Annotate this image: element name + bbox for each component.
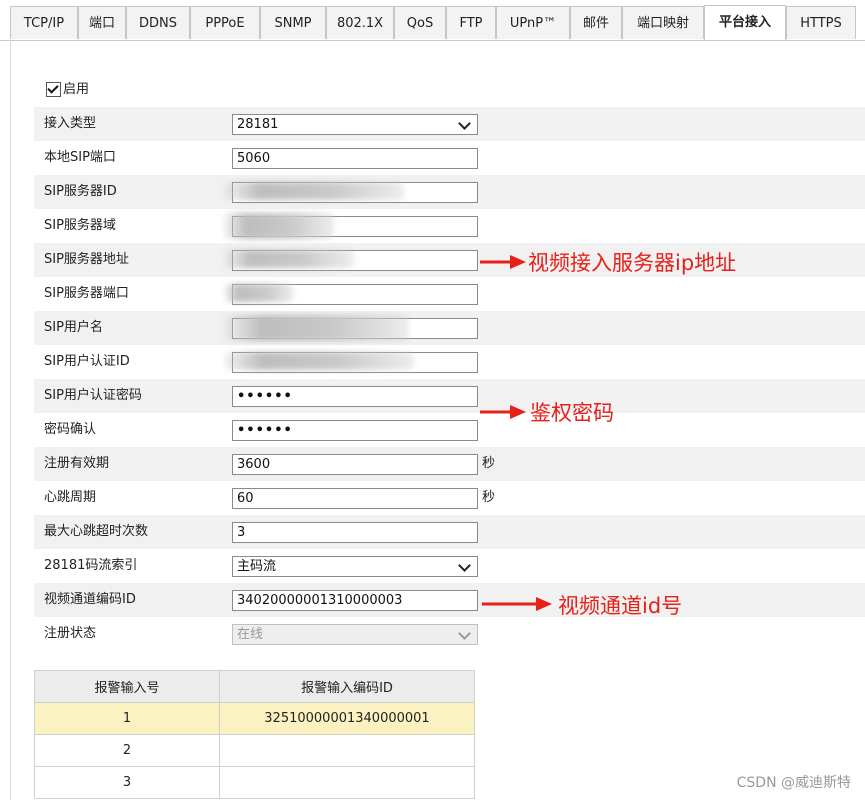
row-register-status: 注册状态 在线 <box>34 617 865 651</box>
tab-bar: TCP/IP 端口 DDNS PPPoE SNMP 802.1X QoS FTP… <box>0 0 865 41</box>
row-sip-server-id: SIP服务器ID <box>34 175 865 209</box>
register-status-label: 注册状态 <box>44 626 97 641</box>
access-type-label: 接入类型 <box>44 116 97 131</box>
register-status-select: 在线 <box>232 624 478 645</box>
tab-port-mapping[interactable]: 端口映射 <box>622 6 704 39</box>
tab-pppoe[interactable]: PPPoE <box>190 6 260 39</box>
row-video-channel-id: 视频通道编码ID 34020000001310000003 <box>34 583 865 617</box>
sip-auth-id-label: SIP用户认证ID <box>44 354 130 369</box>
enable-checkbox[interactable] <box>46 82 61 97</box>
register-validity-unit: 秒 <box>482 456 496 471</box>
access-type-select[interactable]: 28181 <box>232 114 478 135</box>
max-heartbeat-timeouts-input[interactable]: 3 <box>232 522 478 543</box>
annotation-arrow <box>480 255 526 269</box>
alarm-input-no: 2 <box>34 734 220 767</box>
row-sip-username: SIP用户名 <box>34 311 865 345</box>
column-header: 报警输入编码ID <box>219 670 475 703</box>
row-stream-index: 28181码流索引 主码流 <box>34 549 865 583</box>
tab-tcpip[interactable]: TCP/IP <box>10 6 78 39</box>
row-access-type: 接入类型 28181 <box>34 107 865 141</box>
panel-border <box>10 40 11 800</box>
table-row[interactable]: 1 32510000001340000001 <box>34 702 475 735</box>
row-sip-server-addr: SIP服务器地址 <box>34 243 865 277</box>
table-row[interactable]: 2 <box>34 734 475 767</box>
alarm-input-no: 1 <box>34 702 220 735</box>
alarm-input-no: 3 <box>34 766 220 799</box>
annotation-arrow <box>482 597 552 611</box>
sip-server-domain-label: SIP服务器域 <box>44 218 116 233</box>
row-max-heartbeat-timeouts: 最大心跳超时次数 3 <box>34 515 865 549</box>
stream-index-select[interactable]: 主码流 <box>232 556 478 577</box>
watermark: CSDN @威迪斯特 <box>736 775 851 791</box>
sip-username-label: SIP用户名 <box>44 320 103 335</box>
tab-qos[interactable]: QoS <box>394 6 446 39</box>
row-sip-auth-password: SIP用户认证密码 •••••• <box>34 379 865 413</box>
sip-server-addr-label: SIP服务器地址 <box>44 252 129 267</box>
table-row[interactable]: 3 <box>34 766 475 799</box>
row-sip-server-port: SIP服务器端口 <box>34 277 865 311</box>
enable-label: 启用 <box>63 82 90 97</box>
password-confirm-label: 密码确认 <box>44 422 97 437</box>
tab-ddns[interactable]: DDNS <box>126 6 190 39</box>
tab-platform-access[interactable]: 平台接入 <box>704 5 786 40</box>
row-password-confirm: 密码确认 •••••• <box>34 413 865 447</box>
annotation-server-ip: 视频接入服务器ip地址 <box>528 251 737 275</box>
heartbeat-period-input[interactable]: 60 <box>232 488 478 509</box>
alarm-input-id[interactable] <box>219 734 475 767</box>
redaction-blur <box>224 352 414 370</box>
alarm-input-id[interactable] <box>219 766 475 799</box>
redaction-blur <box>224 213 334 239</box>
heartbeat-period-unit: 秒 <box>482 490 496 505</box>
register-validity-label: 注册有效期 <box>44 456 110 471</box>
row-register-validity: 注册有效期 3600 秒 <box>34 447 865 481</box>
tab-upnp[interactable]: UPnP™ <box>496 6 570 39</box>
alarm-input-id[interactable]: 32510000001340000001 <box>219 702 475 735</box>
stream-index-label: 28181码流索引 <box>44 558 138 573</box>
tab-8021x[interactable]: 802.1X <box>326 6 394 39</box>
tab-mail[interactable]: 邮件 <box>570 6 622 39</box>
local-sip-port-label: 本地SIP端口 <box>44 150 116 165</box>
video-channel-id-input[interactable]: 34020000001310000003 <box>232 590 478 611</box>
row-local-sip-port: 本地SIP端口 5060 <box>34 141 865 175</box>
row-sip-server-domain: SIP服务器域 <box>34 209 865 243</box>
sip-server-id-label: SIP服务器ID <box>44 184 117 199</box>
redaction-blur <box>224 284 294 302</box>
password-confirm-input[interactable]: •••••• <box>232 420 478 441</box>
tab-port[interactable]: 端口 <box>78 6 126 39</box>
annotation-channel-id: 视频通道id号 <box>558 594 683 618</box>
sip-server-port-label: SIP服务器端口 <box>44 286 129 301</box>
local-sip-port-input[interactable]: 5060 <box>232 148 478 169</box>
annotation-arrow <box>480 405 526 419</box>
sip-auth-password-input[interactable]: •••••• <box>232 386 478 407</box>
redaction-blur <box>224 250 354 268</box>
heartbeat-period-label: 心跳周期 <box>44 490 97 505</box>
table-header-row: 报警输入号 报警输入编码ID <box>34 670 475 703</box>
max-heartbeat-timeouts-label: 最大心跳超时次数 <box>44 524 149 539</box>
video-channel-id-label: 视频通道编码ID <box>44 592 136 607</box>
annotation-auth-password: 鉴权密码 <box>530 401 614 425</box>
row-sip-auth-id: SIP用户认证ID <box>34 345 865 379</box>
redaction-blur <box>224 182 404 200</box>
tab-https[interactable]: HTTPS <box>786 6 856 39</box>
sip-auth-password-label: SIP用户认证密码 <box>44 388 142 403</box>
tab-snmp[interactable]: SNMP <box>260 6 326 39</box>
column-header: 报警输入号 <box>34 670 220 703</box>
row-heartbeat-period: 心跳周期 60 秒 <box>34 481 865 515</box>
register-validity-input[interactable]: 3600 <box>232 454 478 475</box>
enable-option: 启用 <box>46 81 89 99</box>
alarm-input-table: 报警输入号 报警输入编码ID 1 32510000001340000001 2 … <box>34 670 475 799</box>
redaction-blur <box>224 315 409 341</box>
tab-ftp[interactable]: FTP <box>446 6 496 39</box>
